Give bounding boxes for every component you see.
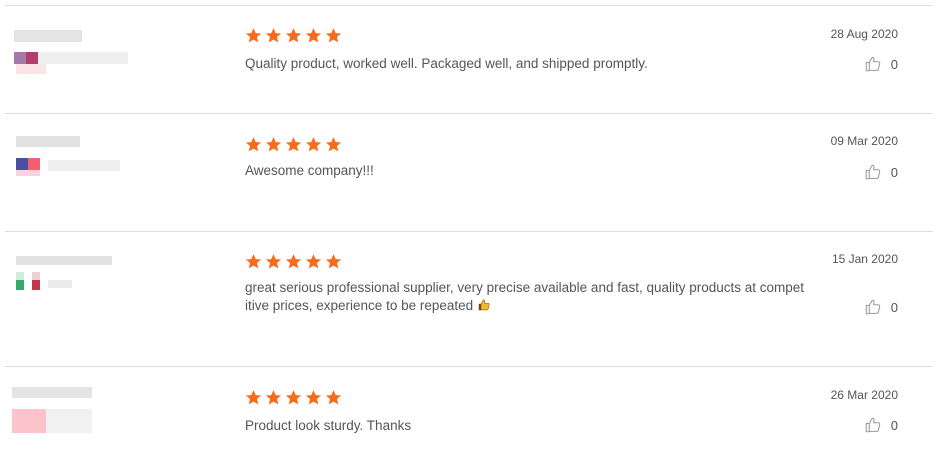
thumbs-up-icon: [865, 299, 881, 315]
like-button[interactable]: 0: [864, 163, 898, 181]
star-icon: [265, 137, 282, 152]
star-icon: [325, 28, 342, 43]
like-count: 0: [890, 164, 898, 180]
star-icon: [285, 390, 302, 405]
review-text: Awesome company!!!: [245, 163, 374, 178]
thumbs-up-icon: [865, 56, 881, 72]
star-icon: [265, 28, 282, 43]
top-divider: [5, 5, 933, 6]
star-icon: [285, 137, 302, 152]
review-text: great serious professional supplier, ver…: [245, 279, 805, 315]
blurred-user-info: [12, 130, 142, 190]
thumbs-up-emoji: [478, 299, 490, 311]
blurred-user-info: [12, 22, 142, 82]
star-rating: [245, 136, 342, 153]
star-icon: [265, 254, 282, 269]
like-button[interactable]: 0: [864, 298, 898, 316]
star-rating: [245, 27, 342, 44]
star-icon: [305, 137, 322, 152]
review-date: 09 Mar 2020: [830, 134, 898, 148]
like-count: 0: [890, 299, 898, 315]
star-icon: [285, 28, 302, 43]
review-divider: [5, 113, 933, 114]
blurred-user-info: [12, 383, 142, 443]
review-text: Quality product, worked well. Packaged w…: [245, 56, 648, 71]
like-count: 0: [890, 56, 898, 72]
star-icon: [285, 254, 302, 269]
star-icon: [305, 28, 322, 43]
star-icon: [245, 137, 262, 152]
star-icon: [245, 28, 262, 43]
like-button[interactable]: 0: [864, 416, 898, 434]
blurred-user-info: [12, 248, 142, 308]
review-divider: [5, 366, 933, 367]
like-count: 0: [890, 417, 898, 433]
review-text-content: great serious professional supplier, ver…: [245, 280, 805, 313]
star-icon: [305, 254, 322, 269]
thumbs-up-icon: [865, 164, 881, 180]
star-icon: [325, 137, 342, 152]
star-icon: [305, 390, 322, 405]
star-icon: [325, 254, 342, 269]
review-date: 26 Mar 2020: [830, 388, 898, 402]
star-icon: [325, 390, 342, 405]
star-rating: [245, 389, 342, 406]
star-icon: [245, 254, 262, 269]
thumbs-up-icon: [865, 417, 881, 433]
star-rating: [245, 253, 342, 270]
review-divider: [5, 231, 933, 232]
star-icon: [265, 390, 282, 405]
like-button[interactable]: 0: [864, 55, 898, 73]
review-date: 28 Aug 2020: [830, 27, 898, 41]
review-text: Product look sturdy. Thanks: [245, 418, 412, 433]
star-icon: [245, 390, 262, 405]
review-date: 15 Jan 2020: [831, 252, 898, 266]
